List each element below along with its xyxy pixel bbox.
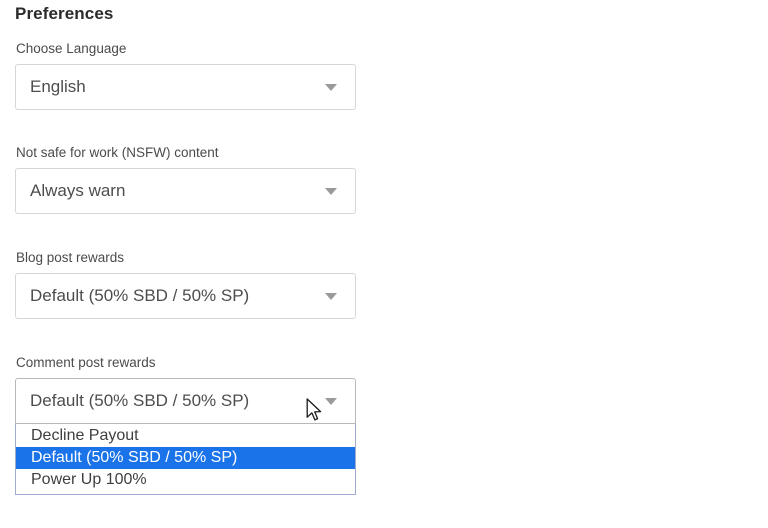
dropdown-option-default[interactable]: Default (50% SBD / 50% SP): [16, 447, 355, 469]
page-title: Preferences: [15, 4, 114, 23]
label-comment-post-rewards: Comment post rewards: [16, 355, 156, 370]
select-choose-language[interactable]: English: [15, 64, 356, 110]
select-comment-post-rewards[interactable]: Default (50% SBD / 50% SP): [15, 378, 356, 424]
dropdown-list-comment-post-rewards[interactable]: Decline Payout Default (50% SBD / 50% SP…: [15, 424, 356, 495]
field-choose-language: Choose Language English: [15, 41, 356, 110]
label-choose-language: Choose Language: [16, 41, 127, 56]
chevron-down-icon: [325, 292, 337, 300]
select-nsfw-content-value: Always warn: [30, 181, 126, 200]
field-blog-post-rewards: Blog post rewards Default (50% SBD / 50%…: [15, 250, 356, 319]
dropdown-option-decline-payout[interactable]: Decline Payout: [16, 425, 355, 447]
label-nsfw-content: Not safe for work (NSFW) content: [16, 145, 219, 160]
chevron-down-icon: [325, 83, 337, 91]
chevron-down-icon: [325, 397, 337, 405]
label-blog-post-rewards: Blog post rewards: [16, 250, 125, 265]
preferences-page: Preferences Choose Language English Not …: [0, 0, 768, 528]
field-nsfw-content: Not safe for work (NSFW) content Always …: [15, 145, 356, 214]
select-blog-post-rewards-value: Default (50% SBD / 50% SP): [30, 286, 250, 305]
field-comment-post-rewards: Comment post rewards Default (50% SBD / …: [15, 355, 356, 424]
dropdown-option-power-up[interactable]: Power Up 100%: [16, 469, 355, 491]
select-nsfw-content[interactable]: Always warn: [15, 168, 356, 214]
select-blog-post-rewards[interactable]: Default (50% SBD / 50% SP): [15, 273, 356, 319]
select-comment-post-rewards-value: Default (50% SBD / 50% SP): [30, 391, 250, 410]
select-choose-language-value: English: [30, 77, 86, 96]
chevron-down-icon: [325, 187, 337, 195]
